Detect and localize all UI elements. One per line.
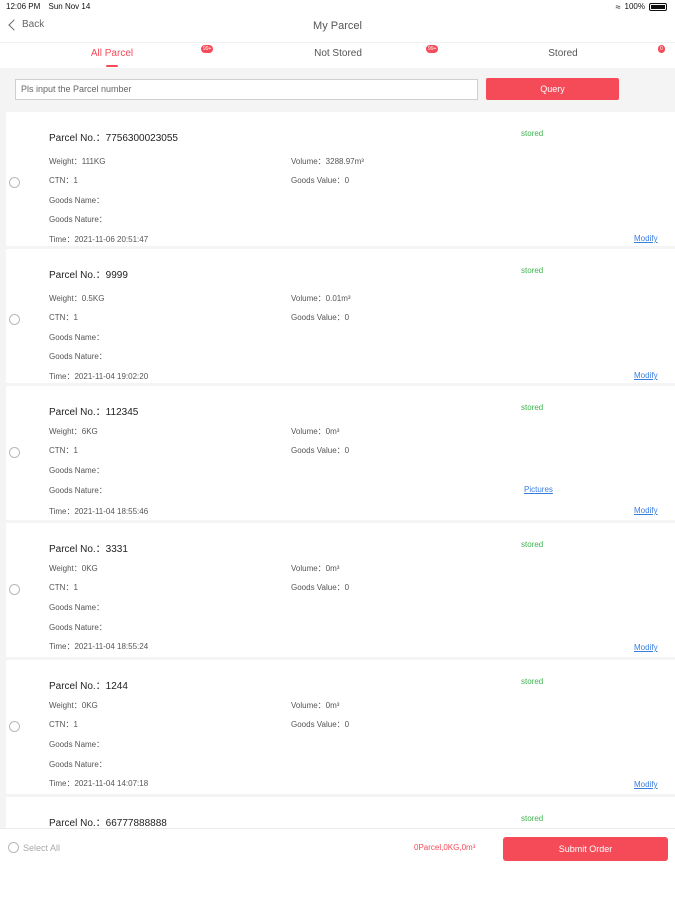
tab-all-parcel[interactable]: All Parcel <box>84 48 140 67</box>
time: Time：2021-11-06 20:51:47 <box>49 235 149 244</box>
goods-name: Goods Name： <box>49 603 105 612</box>
time: Time：2021-11-04 14:07:18 <box>49 779 149 788</box>
battery-icon <box>649 2 667 11</box>
goods-nature: Goods Nature： <box>49 486 107 495</box>
parcel-card: Parcel No.：9999 stored Weight：0.5KG Volu… <box>6 249 675 383</box>
modify-link[interactable]: Modify <box>634 780 658 789</box>
select-all-label[interactable]: Select All <box>23 843 60 853</box>
tab-not-stored[interactable]: Not Stored <box>305 48 371 59</box>
status-date: Sun Nov 14 <box>48 2 91 11</box>
parcel-card: Parcel No.：1244 stored Weight：0KG Volume… <box>6 660 675 794</box>
status-badge: stored <box>521 403 544 412</box>
query-button[interactable]: Query <box>486 78 619 100</box>
parcel-card: Parcel No.：66777888888 stored <box>6 797 675 828</box>
tab-label: Stored <box>548 48 578 59</box>
active-tab-indicator <box>106 65 118 67</box>
modify-link[interactable]: Modify <box>634 506 658 515</box>
ctn: CTN：1 <box>49 720 78 729</box>
radio-circle-icon[interactable] <box>9 584 20 595</box>
time: Time：2021-11-04 18:55:46 <box>49 507 149 516</box>
goods-nature: Goods Nature： <box>49 215 107 224</box>
ctn: CTN：1 <box>49 446 78 455</box>
parcel-card: Parcel No.：112345 stored Weight：6KG Volu… <box>6 386 675 520</box>
volume: Volume：0m³ <box>291 427 340 436</box>
status-badge: stored <box>521 540 544 549</box>
parcel-card: Parcel No.：7756300023055 stored Weight：1… <box>6 112 675 246</box>
weight: Weight：6KG <box>49 427 98 436</box>
tab-badge-not-stored: 99+ <box>426 45 439 53</box>
weight: Weight：0.5KG <box>49 294 105 303</box>
bottom-bar: Select All 0Parcel,0KG,0m³ Submit Order <box>0 828 675 868</box>
status-time: 12:06 PM <box>6 2 41 11</box>
selection-totals: 0Parcel,0KG,0m³ <box>414 843 476 852</box>
status-badge: stored <box>521 677 544 686</box>
radio-circle-icon[interactable] <box>9 177 20 188</box>
modify-link[interactable]: Modify <box>634 234 658 243</box>
weight: Weight：0KG <box>49 701 98 710</box>
volume: Volume：0.01m³ <box>291 294 351 303</box>
radio-circle-icon[interactable] <box>9 721 20 732</box>
parcel-number: Parcel No.：112345 <box>49 407 139 418</box>
tab-label: Not Stored <box>314 48 362 59</box>
ctn: CTN：1 <box>49 313 78 322</box>
modify-link[interactable]: Modify <box>634 643 658 652</box>
goods-value: Goods Value：0 <box>291 720 350 729</box>
parcel-list[interactable]: Parcel No.：7756300023055 stored Weight：1… <box>0 108 675 828</box>
parcel-number: Parcel No.：7756300023055 <box>49 133 178 144</box>
radio-circle-icon[interactable] <box>9 447 20 458</box>
goods-nature: Goods Nature： <box>49 623 107 632</box>
submit-order-button[interactable]: Submit Order <box>503 837 668 861</box>
parcel-number: Parcel No.：66777888888 <box>49 818 167 828</box>
page-title: My Parcel <box>313 20 362 32</box>
volume: Volume：0m³ <box>291 564 340 573</box>
status-badge: stored <box>521 814 544 823</box>
time: Time：2021-11-04 19:02:20 <box>49 372 149 381</box>
tab-bar: All Parcel 99+ Not Stored 99+ Stored 0 <box>0 42 675 68</box>
tab-badge-stored: 0 <box>658 45 665 53</box>
ctn: CTN：1 <box>49 176 78 185</box>
radio-circle-icon[interactable] <box>9 314 20 325</box>
parcel-number: Parcel No.：3331 <box>49 544 128 555</box>
pictures-link[interactable]: Pictures <box>524 485 553 494</box>
parcel-number: Parcel No.：9999 <box>49 270 128 281</box>
goods-name: Goods Name： <box>49 466 105 475</box>
status-badge: stored <box>521 129 544 138</box>
weight: Weight：111KG <box>49 157 106 166</box>
goods-value: Goods Value：0 <box>291 176 350 185</box>
ctn: CTN：1 <box>49 583 78 592</box>
tab-label: All Parcel <box>90 48 134 59</box>
goods-nature: Goods Nature： <box>49 760 107 769</box>
status-bar: 12:06 PM Sun Nov 14 ≈ 100% <box>0 0 675 14</box>
status-badge: stored <box>521 266 544 275</box>
battery-percent: 100% <box>624 2 645 11</box>
parcel-number: Parcel No.：1244 <box>49 681 128 692</box>
modify-link[interactable]: Modify <box>634 371 658 380</box>
weight: Weight：0KG <box>49 564 98 573</box>
tab-stored[interactable]: Stored <box>540 48 586 59</box>
goods-name: Goods Name： <box>49 196 105 205</box>
volume: Volume：0m³ <box>291 701 340 710</box>
goods-value: Goods Value：0 <box>291 583 350 592</box>
goods-name: Goods Name： <box>49 333 105 342</box>
time: Time：2021-11-04 18:55:24 <box>49 642 149 651</box>
goods-name: Goods Name： <box>49 740 105 749</box>
tab-badge-all: 99+ <box>201 45 214 53</box>
select-all-radio-icon[interactable] <box>8 842 19 853</box>
nav-bar: Back My Parcel <box>0 14 675 42</box>
goods-value: Goods Value：0 <box>291 313 350 322</box>
parcel-card: Parcel No.：3331 stored Weight：0KG Volume… <box>6 523 675 657</box>
search-area: Pls input the Parcel number Query <box>0 68 675 108</box>
wifi-icon: ≈ <box>615 1 621 12</box>
volume: Volume：3288.97m³ <box>291 157 364 166</box>
goods-nature: Goods Nature： <box>49 352 107 361</box>
goods-value: Goods Value：0 <box>291 446 350 455</box>
parcel-search-input[interactable]: Pls input the Parcel number <box>15 79 478 100</box>
